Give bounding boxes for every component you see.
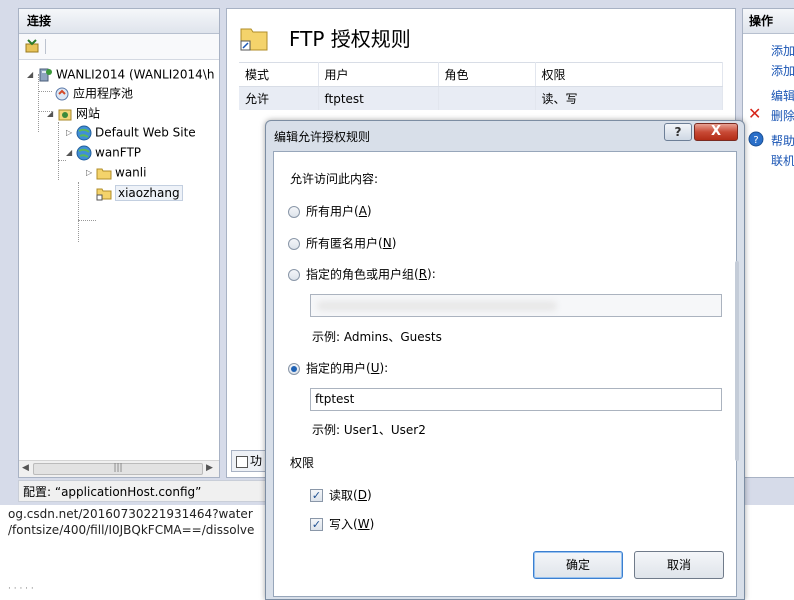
- sites-icon: [58, 109, 72, 120]
- connections-panel: 连接 ◢ WANLI2014 (WANLI2014\h 应用程序池 ◢ 网站 ▷…: [18, 8, 220, 478]
- scroll-left-icon[interactable]: ◀: [22, 463, 29, 473]
- help-icon: ?: [748, 131, 764, 147]
- toolbar-connect-icon[interactable]: [25, 39, 39, 53]
- table-row[interactable]: 允许 ftptest 读、写: [239, 86, 723, 110]
- radio-all-users-button[interactable]: [288, 205, 300, 218]
- connections-toolbar: [19, 34, 219, 60]
- background-url-line-1: og.csdn.net/20160730221931464?water: [8, 507, 253, 521]
- radio-anonymous-users-button[interactable]: [288, 237, 300, 250]
- checkbox-write-box[interactable]: ✓: [310, 518, 323, 531]
- server-icon: [39, 68, 52, 81]
- action-help[interactable]: 帮助: [771, 132, 794, 149]
- action-add-allow[interactable]: 添加: [771, 42, 794, 59]
- toolbar-separator: [45, 39, 46, 54]
- users-input[interactable]: ftptest: [310, 388, 722, 411]
- delete-icon: ✕: [748, 104, 762, 123]
- collapse-arrow-icon[interactable]: ◢: [47, 105, 57, 123]
- svg-text:?: ?: [753, 135, 758, 146]
- actions-header: 操作: [743, 9, 794, 34]
- checkbox-read[interactable]: ✓ 读取(D): [310, 486, 372, 504]
- tree-node-app-pools[interactable]: 应用程序池: [54, 84, 133, 102]
- status-bar: 配置: “applicationHost.config”: [18, 480, 282, 502]
- app-pool-icon: [55, 87, 69, 100]
- action-delete[interactable]: 删除: [771, 107, 794, 124]
- radio-specified-users-button[interactable]: [288, 362, 300, 375]
- radio-roles-groups-button[interactable]: [288, 268, 300, 281]
- tree-node-xiaozhang[interactable]: xiaozhang: [96, 183, 183, 201]
- radio-specified-users[interactable]: 指定的用户(U):: [288, 359, 388, 377]
- folder-icon: [96, 188, 112, 200]
- column-header-role[interactable]: 角色: [438, 62, 536, 87]
- radio-roles-groups[interactable]: 指定的角色或用户组(R):: [288, 265, 436, 283]
- feature-title: FTP 授权规则: [289, 27, 411, 51]
- collapse-arrow-icon[interactable]: ◢: [66, 144, 76, 162]
- roles-input[interactable]: [310, 294, 722, 317]
- checkbox-write[interactable]: ✓ 写入(W): [310, 515, 374, 533]
- action-add-deny[interactable]: 添加: [771, 62, 794, 79]
- expand-arrow-icon[interactable]: ▷: [86, 164, 96, 182]
- dialog-title: 编辑允许授权规则: [274, 130, 371, 144]
- connections-header: 连接: [19, 9, 219, 34]
- tree-node-wanftp[interactable]: ◢ wanFTP: [66, 143, 141, 161]
- collapse-arrow-icon[interactable]: ◢: [27, 66, 37, 84]
- checkbox-read-box[interactable]: ✓: [310, 489, 323, 502]
- tree-node-sites[interactable]: ◢ 网站: [47, 104, 100, 122]
- dialog-edge-scrollbar: [735, 261, 739, 461]
- tree-node-default-site[interactable]: ▷ Default Web Site: [66, 123, 196, 141]
- dialog-help-button[interactable]: ?: [664, 123, 692, 141]
- edit-allow-rule-dialog: 编辑允许授权规则 ? X 允许访问此内容: 所有用户(A) 所有匿名用户(N) …: [265, 120, 745, 600]
- feature-folder-icon: [240, 28, 268, 51]
- background-url-line-2: /fontsize/400/fill/I0JBQkFCMA==/dissolve: [8, 523, 255, 537]
- cell-mode: 允许: [239, 86, 319, 110]
- dialog-close-button[interactable]: X: [694, 123, 738, 141]
- actions-panel: 操作 添加 添加 编辑 ✕ 删除 ? 帮助 联机: [742, 8, 794, 478]
- connections-tree: ◢ WANLI2014 (WANLI2014\h 应用程序池 ◢ 网站 ▷ Defau…: [19, 60, 219, 434]
- action-online-help[interactable]: 联机: [771, 152, 794, 169]
- globe-icon: [76, 125, 92, 140]
- radio-all-users[interactable]: 所有用户(A): [288, 202, 372, 220]
- dialog-body: 允许访问此内容: 所有用户(A) 所有匿名用户(N) 指定的角色或用户组(R):…: [273, 151, 737, 597]
- permissions-label: 权限: [290, 456, 315, 470]
- features-view-icon: [236, 455, 248, 468]
- roles-example: 示例: Admins、Guests: [312, 330, 442, 344]
- scroll-right-icon[interactable]: ▶: [206, 463, 213, 473]
- rules-table: 模式 用户 角色 权限 允许 ftptest 读、写: [239, 62, 723, 110]
- column-header-user[interactable]: 用户: [318, 62, 439, 87]
- tree-node-wanli[interactable]: ▷ wanli: [86, 163, 146, 181]
- column-header-permission[interactable]: 权限: [535, 62, 723, 87]
- background-footer: · · · · ·: [8, 584, 34, 594]
- cell-role: [438, 86, 536, 110]
- cell-user: ftptest: [318, 86, 439, 110]
- dialog-titlebar[interactable]: 编辑允许授权规则 ? X: [266, 121, 744, 151]
- users-example: 示例: User1、User2: [312, 423, 426, 437]
- radio-anonymous-users[interactable]: 所有匿名用户(N): [288, 234, 396, 252]
- globe-icon: [76, 145, 92, 160]
- folder-icon: [96, 168, 112, 179]
- allow-access-label: 允许访问此内容:: [290, 172, 379, 186]
- expand-arrow-icon[interactable]: ▷: [66, 124, 76, 142]
- redacted-text: [317, 301, 557, 311]
- scroll-thumb[interactable]: |||: [33, 463, 203, 475]
- connections-hscrollbar[interactable]: ◀ ||| ▶: [19, 460, 219, 477]
- ok-button[interactable]: 确定: [533, 551, 623, 579]
- cancel-button[interactable]: 取消: [634, 551, 724, 579]
- action-edit[interactable]: 编辑: [771, 87, 794, 104]
- column-header-mode[interactable]: 模式: [239, 62, 319, 87]
- cell-permission: 读、写: [535, 86, 723, 110]
- tree-node-server[interactable]: ◢ WANLI2014 (WANLI2014\h: [27, 65, 214, 83]
